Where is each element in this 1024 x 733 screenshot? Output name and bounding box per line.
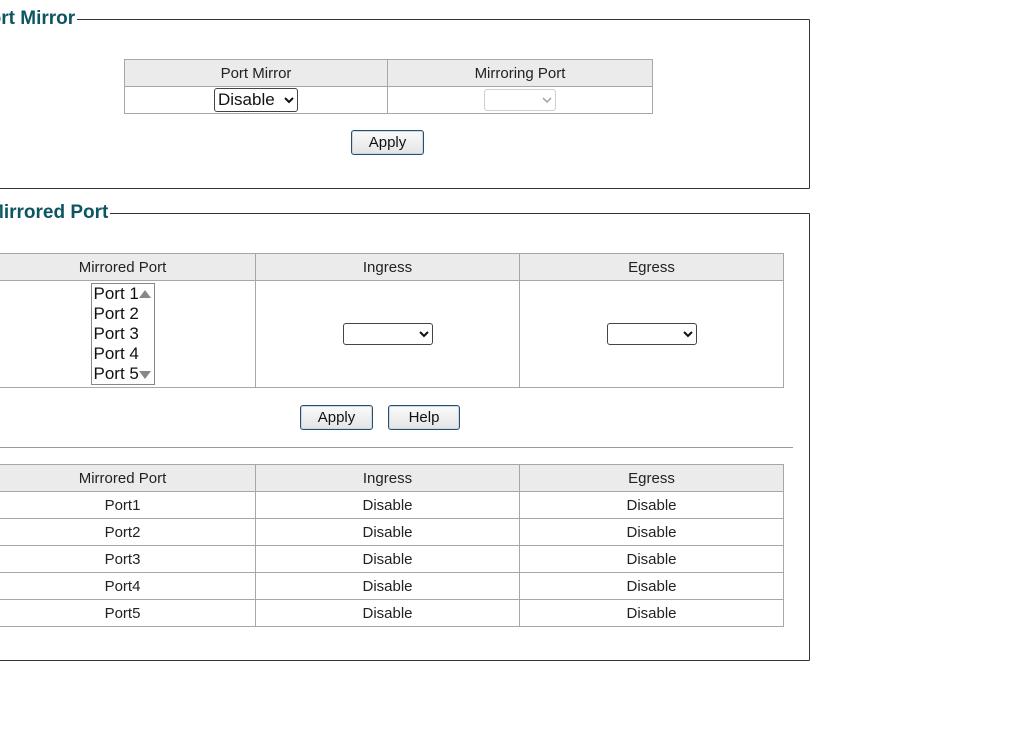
status-mirrored-port-header: Mirrored Port [0,464,256,492]
mirrored-port-header: Mirrored Port [0,253,256,281]
ingress-status-cell: Disable [255,545,520,573]
port-mirror-apply-button[interactable]: Apply [351,130,424,155]
port-option[interactable]: Port 3 [92,324,154,344]
scroll-down-arrow-icon[interactable] [138,371,151,379]
table-row: Port2 Disable Disable [0,518,784,546]
mirroring-port-cell [387,86,653,114]
chevron-down-icon [418,331,429,338]
mirrored-port-apply-button[interactable]: Apply [300,405,373,430]
port-mirror-header: Port Mirror [124,59,388,87]
section-divider [0,447,793,448]
status-egress-header: Egress [519,464,784,492]
egress-header: Egress [519,253,784,281]
mirrored-port-listbox[interactable]: Port 1 Port 2 Port 3 Port 4 Port 5 [90,283,155,385]
ingress-select[interactable] [342,323,433,345]
table-row: Port4 Disable Disable [0,572,784,600]
status-ingress-header: Ingress [255,464,520,492]
table-row: Port5 Disable Disable [0,599,784,627]
mirrored-port-panel: Mirrored Port Mirrored Port Ingress Egre… [0,202,810,661]
table-row: Port3 Disable Disable [0,545,784,573]
egress-status-cell: Disable [519,491,784,519]
egress-select[interactable] [606,323,697,345]
chevron-down-icon [682,331,693,338]
port-cell: Port3 [0,545,256,573]
port-mirror-select[interactable]: Disable [214,88,298,112]
table-row: Port1 Disable Disable [0,491,784,519]
mirrored-port-status-table: Mirrored Port Ingress Egress Port1 Disab… [0,464,784,627]
ingress-header: Ingress [255,253,520,281]
mirrored-port-title: Mirrored Port [0,202,111,224]
port-cell: Port5 [0,599,256,627]
port-cell: Port4 [0,572,256,600]
chevron-down-icon [284,97,294,104]
port-cell: Port1 [0,491,256,519]
port-mirror-table: Port Mirror Mirroring Port Disable [124,59,653,114]
egress-status-cell: Disable [519,518,784,546]
ingress-status-cell: Disable [255,599,520,627]
chevron-down-icon [542,97,552,104]
scroll-up-arrow-icon[interactable] [138,290,151,298]
help-button[interactable]: Help [388,405,460,430]
mirroring-port-header: Mirroring Port [387,59,653,87]
ingress-status-cell: Disable [255,518,520,546]
port-mirror-title: Port Mirror [0,8,78,30]
port-option[interactable]: Port 2 [92,304,154,324]
port-mirror-cell: Disable [124,86,388,114]
mirroring-port-select[interactable] [484,89,556,111]
ingress-status-cell: Disable [255,572,520,600]
port-mirror-panel: Port Mirror Port Mirror Mirroring Port D… [0,8,810,189]
egress-cell [519,280,784,388]
mirrored-port-config-table: Mirrored Port Ingress Egress Port 1 Port… [0,253,784,388]
ingress-cell [255,280,520,388]
port-option[interactable]: Port 4 [92,344,154,364]
mirrored-port-listbox-cell: Port 1 Port 2 Port 3 Port 4 Port 5 [0,280,256,388]
ingress-status-cell: Disable [255,491,520,519]
egress-status-cell: Disable [519,599,784,627]
port-cell: Port2 [0,518,256,546]
egress-status-cell: Disable [519,545,784,573]
port-mirror-select-value: Disable [218,90,275,109]
egress-status-cell: Disable [519,572,784,600]
